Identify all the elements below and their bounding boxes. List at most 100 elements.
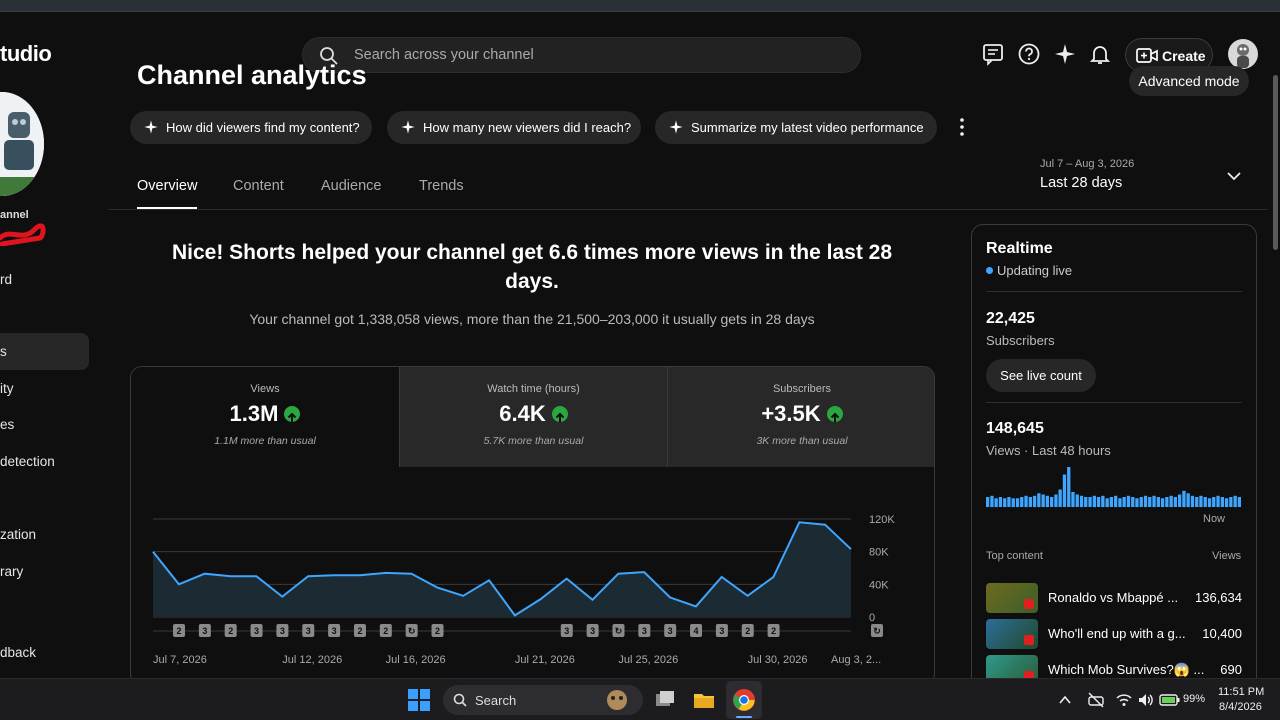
tab-audience[interactable]: Audience (321, 178, 381, 194)
sparkline-bar[interactable] (1207, 498, 1212, 508)
chip-summarize[interactable]: Summarize my latest video performance (655, 111, 937, 144)
sparkline-bar[interactable] (1054, 494, 1058, 508)
studio-logo-text[interactable]: tudio (0, 41, 52, 67)
sparkline-bar[interactable] (1169, 495, 1173, 508)
sparkline-bar[interactable] (1050, 497, 1054, 507)
sparkline-bar[interactable] (1032, 495, 1037, 508)
sidebar-item-analytics-active[interactable] (0, 333, 89, 370)
sparkline-bar[interactable] (990, 495, 994, 508)
chevron-up-icon[interactable] (1058, 693, 1072, 707)
file-explorer-icon[interactable] (692, 688, 716, 712)
windows-start-icon[interactable] (408, 689, 430, 711)
sparkline-bar[interactable] (1237, 497, 1241, 507)
sparkline-bar[interactable] (1224, 498, 1229, 508)
sparkline-bar[interactable] (1028, 497, 1032, 507)
chip-new-viewers[interactable]: How many new viewers did I reach? (387, 111, 641, 144)
sidebar-item-content-detection[interactable]: detection (0, 454, 55, 469)
chrome-active-tile[interactable] (726, 681, 762, 719)
sparkline-bar[interactable] (998, 497, 1003, 507)
battery-icon[interactable] (1159, 692, 1181, 708)
sparkline-bar[interactable] (1067, 467, 1071, 507)
wifi-icon[interactable] (1115, 691, 1133, 709)
views-chart[interactable]: 120K 80K 40K 0 2 3 2 3 3 3 3 2 2 ↻ 2 3 3 ↻ 3 3 4 3 2 2 ↻ Jul 7, 2… (131, 467, 935, 686)
sparkline-bar[interactable] (1229, 497, 1233, 507)
sparkline-bar[interactable] (1165, 497, 1169, 507)
sparkline-bar[interactable] (1186, 493, 1190, 508)
bell-icon[interactable] (1088, 42, 1112, 66)
sidebar-item-feedback[interactable]: dback (0, 645, 36, 660)
sparkline-bar[interactable] (1105, 498, 1109, 508)
sparkline-bar[interactable] (1096, 497, 1101, 507)
sparkline-bar[interactable] (1182, 490, 1186, 508)
sparkline-bar[interactable] (1131, 497, 1135, 507)
sparkline-bar[interactable] (1126, 495, 1131, 508)
sparkline-bar[interactable] (1011, 498, 1015, 508)
top-content-row[interactable]: Ronaldo vs Mbappé ... 136,634 (986, 583, 1242, 613)
sparkline-bar[interactable] (1101, 495, 1105, 508)
sparkline-bar[interactable] (1071, 492, 1075, 507)
sparkline-bar[interactable] (1041, 494, 1045, 508)
sparkline-bar[interactable] (1015, 498, 1020, 508)
advanced-mode-button[interactable]: Advanced mode (1129, 66, 1249, 96)
taskbar-search[interactable]: Search (443, 685, 643, 715)
sparkline-bar[interactable] (986, 497, 990, 507)
sparkline-bar[interactable] (1216, 495, 1220, 508)
sidebar-item-subtitles[interactable]: es (0, 417, 14, 432)
sparkline-bar[interactable] (1233, 495, 1237, 508)
sparkline-bar[interactable] (1003, 498, 1007, 508)
feedback-icon[interactable] (981, 42, 1005, 66)
tab-trends[interactable]: Trends (419, 178, 464, 194)
sparkline-bar[interactable] (1199, 495, 1203, 508)
sparkline-bar[interactable] (1220, 497, 1224, 507)
sidebar-item-audio-library[interactable]: rary (0, 564, 23, 579)
sidebar-item-community[interactable]: ity (0, 381, 14, 396)
sparkline-bar[interactable] (1045, 495, 1049, 508)
sparkline-bar[interactable] (1148, 497, 1152, 507)
sparkline-bar[interactable] (1212, 497, 1216, 507)
metric-subscribers[interactable]: Subscribers +3.5K 3K more than usual (667, 367, 934, 467)
chip-viewers-find[interactable]: How did viewers find my content? (130, 111, 372, 144)
realtime-sparkline[interactable] (986, 463, 1242, 508)
sidebar-item-customization[interactable]: zation (0, 527, 36, 542)
account-avatar[interactable] (1228, 39, 1258, 69)
sparkline-bar[interactable] (1084, 497, 1088, 507)
sparkline-bar[interactable] (1156, 497, 1160, 507)
network-off-icon[interactable] (1087, 691, 1105, 709)
top-content-row[interactable]: Who'll end up with a g... 10,400 (986, 619, 1242, 649)
sparkline-bar[interactable] (1152, 495, 1156, 508)
sparkline-bar[interactable] (1203, 497, 1207, 507)
channel-avatar[interactable] (0, 92, 44, 196)
sparkle-icon[interactable] (1053, 42, 1077, 66)
clock-time[interactable]: 11:51 PM (1218, 686, 1264, 698)
sparkline-bar[interactable] (1160, 498, 1165, 508)
sidebar-item-analytics[interactable]: s (0, 344, 7, 359)
metric-views[interactable]: Views 1.3M 1.1M more than usual (131, 367, 399, 467)
speaker-icon[interactable] (1137, 691, 1155, 709)
sparkline-bar[interactable] (1122, 497, 1126, 507)
sparkline-bar[interactable] (1114, 495, 1118, 508)
sparkline-bar[interactable] (1088, 497, 1092, 507)
sidebar-item-dashboard[interactable]: rd (0, 272, 12, 287)
sparkline-bar[interactable] (1007, 497, 1011, 507)
sparkline-bar[interactable] (1075, 494, 1079, 508)
date-range-picker[interactable]: Jul 7 – Aug 3, 2026 Last 28 days (1040, 158, 1134, 191)
sparkline-bar[interactable] (1092, 495, 1096, 508)
scrollbar-thumb[interactable] (1273, 75, 1278, 250)
sparkline-bar[interactable] (1062, 474, 1067, 508)
sparkline-bar[interactable] (1024, 495, 1028, 508)
sparkline-bar[interactable] (994, 498, 998, 508)
metric-watch-time[interactable]: Watch time (hours) 6.4K 5.7K more than u… (399, 367, 667, 467)
sparkline-bar[interactable] (1058, 489, 1062, 508)
clock-date[interactable]: 8/4/2026 (1219, 701, 1262, 713)
sparkline-bar[interactable] (1118, 498, 1122, 508)
help-icon[interactable] (1017, 42, 1041, 66)
see-live-count-button[interactable]: See live count (986, 359, 1096, 392)
sparkline-bar[interactable] (1178, 494, 1182, 508)
sparkline-bar[interactable] (1143, 495, 1148, 508)
sparkline-bar[interactable] (1079, 495, 1084, 508)
chevron-down-icon[interactable] (1226, 168, 1242, 184)
sparkline-bar[interactable] (1139, 497, 1143, 507)
search-input[interactable]: Search across your channel (302, 37, 861, 73)
sparkline-bar[interactable] (1135, 498, 1139, 508)
more-options-icon[interactable] (955, 117, 969, 137)
